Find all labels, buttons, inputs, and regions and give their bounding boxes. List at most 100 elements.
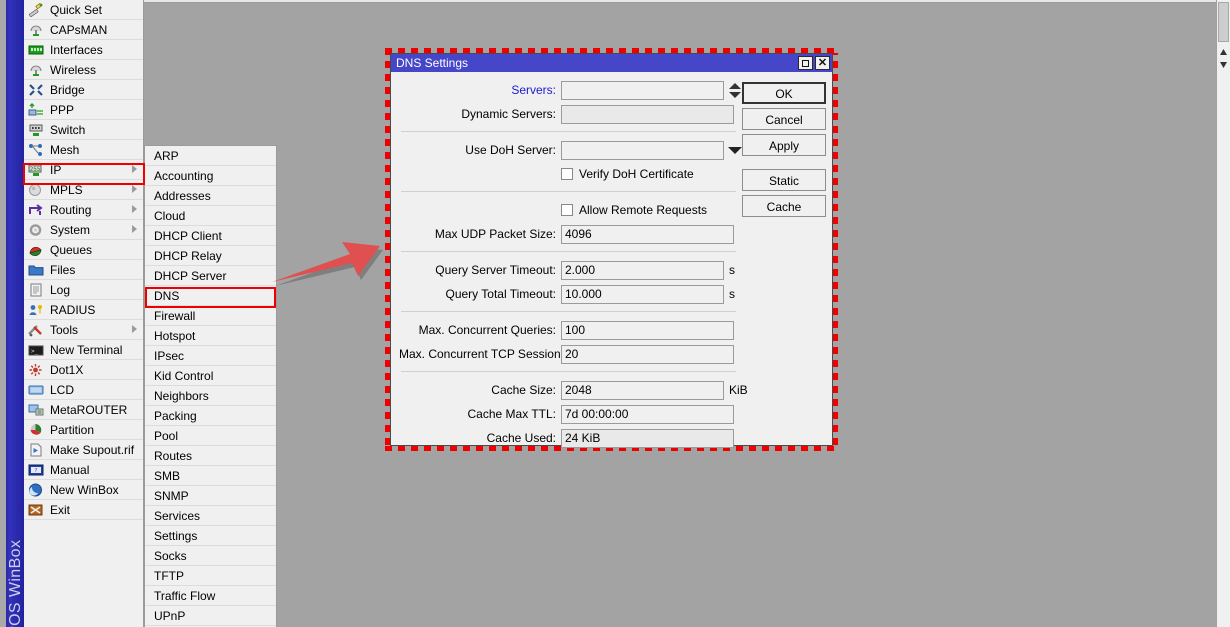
submenu-item-kid-control[interactable]: Kid Control [145,366,276,386]
mainmenu-item-interfaces[interactable]: Interfaces [24,40,143,60]
submenu-item-neighbors[interactable]: Neighbors [145,386,276,406]
field-row-use-doh-server: Use DoH Server: [399,139,734,161]
scroll-down-icon[interactable] [1219,58,1228,67]
submenu-item-traffic-flow[interactable]: Traffic Flow [145,586,276,606]
cancel-button[interactable]: Cancel [742,108,826,130]
verify-doh-label[interactable]: Verify DoH Certificate [579,167,694,181]
submenu-item-firewall[interactable]: Firewall [145,306,276,326]
mainmenu-item-manual[interactable]: ?Manual [24,460,143,480]
submenu-item-settings[interactable]: Settings [145,526,276,546]
cache-button[interactable]: Cache [742,195,826,217]
submenu-item-dhcp-relay[interactable]: DHCP Relay [145,246,276,266]
screen-root: RouterOS WinBox Quick SetCAPsMANInterfac… [0,0,1230,627]
mainmenu-item-wireless[interactable]: Wireless [24,60,143,80]
mainmenu-item-mpls[interactable]: MPLS [24,180,143,200]
query-total-timeout-input[interactable] [561,285,724,304]
cache-size-input[interactable] [561,381,724,400]
dns-settings-highlight-outline: DNS Settings ✕ Servers: [385,48,838,451]
manual-icon: ? [28,463,44,477]
use-doh-server-dropdown[interactable] [728,141,742,160]
field-row-verify-doh: Verify DoH Certificate [399,163,734,185]
submenu-item-dhcp-client[interactable]: DHCP Client [145,226,276,246]
spinner-down-icon[interactable] [729,92,741,98]
servers-spinner[interactable] [728,81,742,100]
mainmenu-item-log[interactable]: Log [24,280,143,300]
dialog-titlebar[interactable]: DNS Settings ✕ [391,54,832,72]
submenu-item-label: Socks [154,549,187,563]
mainmenu-item-label: Switch [50,123,85,137]
submenu-item-ipsec[interactable]: IPsec [145,346,276,366]
submenu-item-pool[interactable]: Pool [145,426,276,446]
servers-label: Servers: [399,83,561,97]
mainmenu-item-capsman[interactable]: CAPsMAN [24,20,143,40]
allow-remote-label[interactable]: Allow Remote Requests [579,203,707,217]
submenu-item-dhcp-server[interactable]: DHCP Server [145,266,276,286]
mainmenu-item-radius[interactable]: RADIUS [24,300,143,320]
spinner-up-icon[interactable] [729,83,741,89]
static-button[interactable]: Static [742,169,826,191]
divider-1 [401,131,736,132]
max-concurrent-tcp-input[interactable] [561,345,734,364]
verify-doh-checkbox[interactable] [561,168,573,180]
chevron-down-icon[interactable] [728,147,742,154]
submenu-arrow-icon [132,225,137,233]
mainmenu-item-mesh[interactable]: Mesh [24,140,143,160]
mainmenu-item-partition[interactable]: Partition [24,420,143,440]
mainmenu-item-bridge[interactable]: Bridge [24,80,143,100]
scrollbar-thumb[interactable] [1218,2,1229,42]
submenu-item-arp[interactable]: ARP [145,146,276,166]
max-concurrent-queries-input[interactable] [561,321,734,340]
submenu-item-routes[interactable]: Routes [145,446,276,466]
mainmenu-item-tools[interactable]: Tools [24,320,143,340]
mainmenu-item-files[interactable]: Files [24,260,143,280]
mainmenu-item-routing[interactable]: Routing [24,200,143,220]
mainmenu-item-dot1x[interactable]: Dot1X [24,360,143,380]
query-server-timeout-input[interactable] [561,261,724,280]
submenu-item-upnp[interactable]: UPnP [145,606,276,626]
submenu-item-label: Addresses [154,189,211,203]
servers-input[interactable] [561,81,724,100]
allow-remote-checkbox[interactable] [561,204,573,216]
mainmenu-item-ppp[interactable]: PPP [24,100,143,120]
mainmenu-item-queues[interactable]: Queues [24,240,143,260]
mainmenu-item-quick-set[interactable]: Quick Set [24,0,143,20]
field-row-max-concurrent-queries: Max. Concurrent Queries: [399,319,734,341]
submenu-item-addresses[interactable]: Addresses [145,186,276,206]
field-row-query-total-timeout: Query Total Timeout: s [399,283,734,305]
maximize-button[interactable] [798,56,813,70]
page-scrollbar[interactable] [1216,0,1230,627]
submenu-item-smb[interactable]: SMB [145,466,276,486]
submenu-item-tftp[interactable]: TFTP [145,566,276,586]
mainmenu-item-switch[interactable]: Switch [24,120,143,140]
submenu-item-label: UPnP [154,609,185,623]
mainmenu-item-metarouter[interactable]: MetaROUTER [24,400,143,420]
mainmenu-item-system[interactable]: System [24,220,143,240]
mainmenu-item-lcd[interactable]: LCD [24,380,143,400]
submenu-item-accounting[interactable]: Accounting [145,166,276,186]
mainmenu-item-exit[interactable]: Exit [24,500,143,520]
use-doh-server-input[interactable] [561,141,724,160]
submenu-item-cloud[interactable]: Cloud [145,206,276,226]
mainmenu-item-new-terminal[interactable]: >_New Terminal [24,340,143,360]
mainmenu-item-new-winbox[interactable]: New WinBox [24,480,143,500]
submenu-item-socks[interactable]: Socks [145,546,276,566]
scroll-up-icon[interactable] [1219,46,1228,55]
close-button[interactable]: ✕ [815,56,830,70]
dynamic-servers-input[interactable] [561,105,734,124]
mainmenu-item-make-supout-rif[interactable]: Make Supout.rif [24,440,143,460]
cache-max-ttl-input[interactable] [561,405,734,424]
submenu-item-dns[interactable]: DNS [145,286,276,306]
mainmenu-item-label: Routing [50,203,91,217]
submenu-item-services[interactable]: Services [145,506,276,526]
mainmenu-item-label: Bridge [50,83,85,97]
mainmenu-item-ip[interactable]: 255IP [24,160,143,180]
svg-text:?: ? [35,468,38,474]
submenu-item-packing[interactable]: Packing [145,406,276,426]
submenu-item-hotspot[interactable]: Hotspot [145,326,276,346]
max-udp-input[interactable] [561,225,734,244]
submenu-arrow-icon [132,165,137,173]
submenu-item-snmp[interactable]: SNMP [145,486,276,506]
apply-button[interactable]: Apply [742,134,826,156]
ok-button[interactable]: OK [742,82,826,104]
submenu-item-label: Firewall [154,309,195,323]
